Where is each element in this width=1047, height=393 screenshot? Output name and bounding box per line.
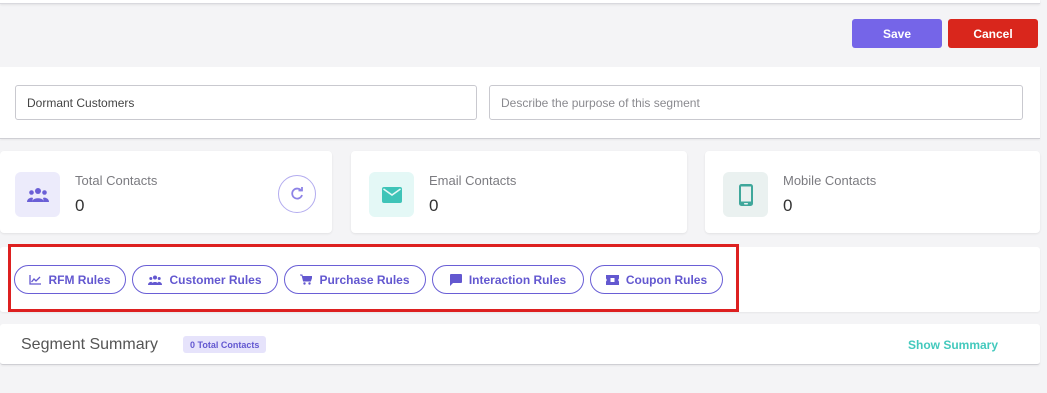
total-contacts-card: Total Contacts 0 bbox=[0, 151, 332, 233]
stat-label: Mobile Contacts bbox=[783, 173, 877, 188]
mobile-contacts-card: Mobile Contacts 0 bbox=[705, 151, 1040, 233]
segment-description-input[interactable]: Describe the purpose of this segment bbox=[489, 85, 1023, 120]
users-icon bbox=[15, 172, 60, 217]
refresh-button[interactable] bbox=[278, 175, 316, 213]
segment-summary-panel: Segment Summary 0 Total Contacts Show Su… bbox=[0, 324, 1040, 365]
email-contacts-card: Email Contacts 0 bbox=[351, 151, 687, 233]
cancel-button[interactable]: Cancel bbox=[948, 19, 1038, 48]
segment-details-card: Dormant Customers Describe the purpose o… bbox=[0, 67, 1040, 139]
stat-value: 0 bbox=[429, 196, 439, 215]
mobile-icon bbox=[723, 172, 768, 217]
segment-name-input[interactable]: Dormant Customers bbox=[15, 85, 477, 120]
show-summary-link[interactable]: Show Summary bbox=[908, 338, 998, 352]
mail-icon bbox=[369, 172, 414, 217]
rules-highlight-box bbox=[8, 244, 739, 312]
top-panel-edge bbox=[0, 0, 1040, 4]
refresh-icon bbox=[291, 187, 303, 200]
stat-value: 0 bbox=[783, 196, 793, 215]
save-button[interactable]: Save bbox=[852, 19, 942, 48]
stat-label: Email Contacts bbox=[429, 173, 517, 188]
summary-title: Segment Summary bbox=[21, 336, 158, 353]
stat-label: Total Contacts bbox=[75, 173, 158, 188]
stat-value: 0 bbox=[75, 196, 85, 215]
total-contacts-badge: 0 Total Contacts bbox=[183, 336, 267, 353]
